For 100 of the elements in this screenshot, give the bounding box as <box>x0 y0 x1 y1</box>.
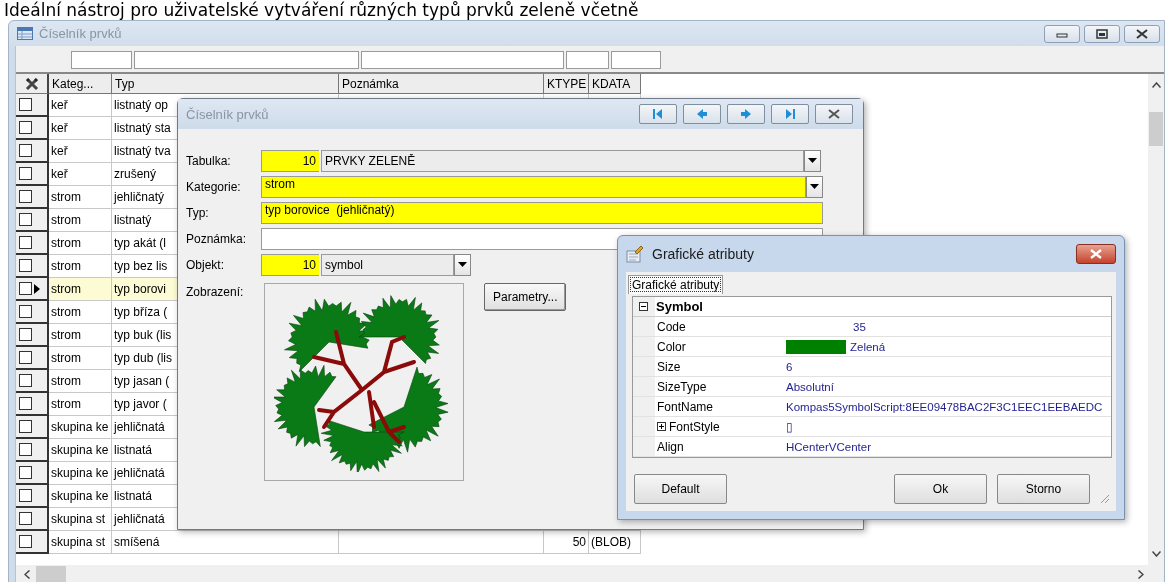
row-checkbox[interactable] <box>19 535 32 548</box>
right-arrow-icon <box>740 108 752 120</box>
property-name: Code <box>657 319 686 334</box>
property-value: 35 <box>853 320 866 333</box>
property-name: Size <box>657 359 681 374</box>
dropdown-button[interactable] <box>804 149 821 172</box>
row-checkbox[interactable] <box>19 512 32 525</box>
expand-icon[interactable] <box>657 422 666 431</box>
row-checkbox[interactable] <box>19 397 32 410</box>
column-header[interactable]: Typ <box>112 74 339 94</box>
last-record-button[interactable] <box>771 104 809 124</box>
row-checkbox[interactable] <box>19 328 32 341</box>
left-arrow-icon <box>696 108 708 120</box>
filter-field[interactable] <box>611 51 661 69</box>
parameters-button[interactable]: Parametry... <box>484 283 567 311</box>
dropdown-button[interactable] <box>454 253 471 276</box>
dialog-button[interactable]: Ok <box>894 474 987 504</box>
property-value: ▯ <box>786 419 793 434</box>
table-cell: keř <box>49 117 112 140</box>
scrollbar-thumb[interactable] <box>36 566 66 582</box>
table-cell: skupina st <box>49 531 112 554</box>
next-record-button[interactable] <box>727 104 765 124</box>
table-cell: strom <box>49 278 112 301</box>
table-icon <box>17 27 33 40</box>
column-header[interactable]: KTYPE <box>544 74 589 94</box>
table-cell: keř <box>49 163 112 186</box>
table-cell: strom <box>49 370 112 393</box>
column-header[interactable]: KDATA <box>589 74 641 94</box>
field-label: Poznámka: <box>186 231 248 246</box>
property-name: SizeType <box>657 379 707 394</box>
row-checkbox[interactable] <box>19 489 32 502</box>
current-row-icon <box>34 283 40 294</box>
filter-field[interactable] <box>361 51 564 69</box>
caption-text: Ideální nástroj pro uživatelské vytváření různých typů prvků zeleně včetně <box>3 0 640 20</box>
close-button[interactable] <box>815 104 853 124</box>
row-checkbox[interactable] <box>19 190 32 203</box>
close-button[interactable] <box>1124 24 1160 43</box>
column-header[interactable]: Kateg... <box>49 74 112 94</box>
collapse-icon[interactable] <box>639 302 648 311</box>
table-cell: smíšená <box>112 531 339 554</box>
combo-field[interactable]: strom <box>261 175 806 198</box>
first-record-button[interactable] <box>639 104 677 124</box>
row-checkbox[interactable] <box>19 213 32 226</box>
row-checkbox[interactable] <box>19 259 32 272</box>
row-checkbox[interactable] <box>19 305 32 318</box>
maximize-button[interactable] <box>1084 24 1120 43</box>
category-name: Symbol <box>656 299 703 314</box>
dropdown-button[interactable] <box>806 175 823 198</box>
scroll-left-icon[interactable] <box>24 569 30 579</box>
caret-icon <box>810 184 819 189</box>
tools-icon[interactable] <box>24 76 39 91</box>
table-cell: (BLOB) <box>589 531 641 554</box>
filter-field[interactable] <box>566 51 609 69</box>
scroll-right-icon[interactable] <box>1138 569 1144 579</box>
dialog-button[interactable]: Storno <box>997 474 1090 504</box>
row-checkbox[interactable] <box>19 167 32 180</box>
property-name: FontStyle <box>669 419 720 434</box>
row-checkbox[interactable] <box>19 443 32 456</box>
table-cell: strom <box>49 393 112 416</box>
filter-field[interactable] <box>71 51 132 69</box>
table-cell: keř <box>49 94 112 117</box>
code-field[interactable]: 10 <box>261 253 319 276</box>
filter-field[interactable] <box>134 51 359 69</box>
row-checkbox[interactable] <box>19 144 32 157</box>
table-cell: skupina ke <box>49 462 112 485</box>
property-value: 6 <box>786 360 793 373</box>
table-cell: skupina st <box>49 508 112 531</box>
dialog-button[interactable]: Default <box>634 474 727 504</box>
row-checkbox[interactable] <box>19 282 32 295</box>
first-icon <box>652 108 664 120</box>
text-field[interactable]: typ borovice (jehličnatý) <box>261 201 823 224</box>
row-checkbox[interactable] <box>19 121 32 134</box>
value-field[interactable]: PRVKY ZELENĚ <box>321 149 804 172</box>
table-cell: strom <box>49 301 112 324</box>
table-cell: strom <box>49 347 112 370</box>
row-checkbox[interactable] <box>19 420 32 433</box>
property-name: FontName <box>657 399 714 414</box>
close-button[interactable] <box>1076 244 1116 264</box>
restore-icon <box>1096 28 1108 39</box>
code-field[interactable]: 10 <box>261 149 319 172</box>
previous-record-button[interactable] <box>683 104 721 124</box>
table-cell: skupina ke <box>49 485 112 508</box>
table-cell: strom <box>49 209 112 232</box>
value-field[interactable]: symbol <box>321 253 454 276</box>
row-checkbox[interactable] <box>19 351 32 364</box>
scroll-down-icon[interactable] <box>1151 551 1161 557</box>
property-value: HCenterVCenter <box>786 440 871 453</box>
table-cell: strom <box>49 186 112 209</box>
property-value: Kompas5SymbolScript:8EE09478BAC2F3C1EEC1EEBAEDC <box>786 400 1103 413</box>
resize-grip-icon[interactable] <box>1100 494 1110 504</box>
row-checkbox[interactable] <box>19 466 32 479</box>
scrollbar-thumb[interactable] <box>1149 112 1163 146</box>
row-checkbox[interactable] <box>19 374 32 387</box>
row-checkbox[interactable] <box>19 98 32 111</box>
properties-icon <box>626 245 644 263</box>
tab[interactable]: Grafické atributy <box>628 275 724 294</box>
column-header[interactable]: Poznámka <box>339 74 544 94</box>
row-checkbox[interactable] <box>19 236 32 249</box>
scroll-up-icon[interactable] <box>1151 82 1161 88</box>
dialog-title: Grafické atributy <box>652 246 755 262</box>
